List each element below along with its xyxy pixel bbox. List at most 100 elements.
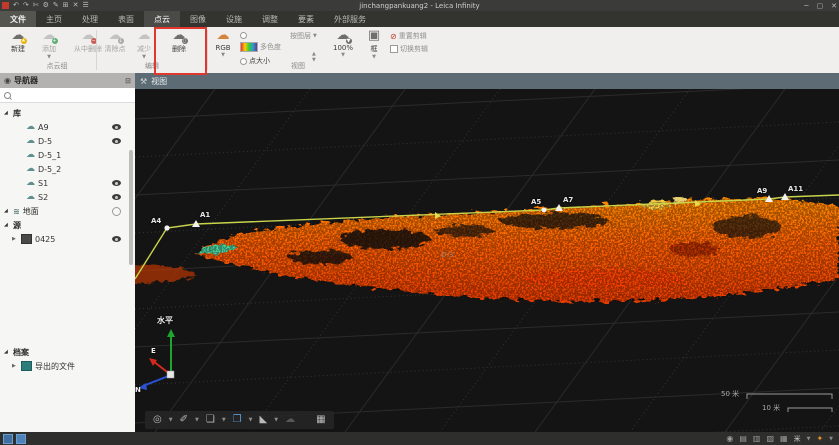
rgb-coloring-button[interactable]: ☁ RGB ▼ (208, 28, 238, 64)
tree-item-d5-1[interactable]: ☁ D-5_1 (0, 148, 135, 162)
grid-toggle-icon[interactable]: ▦ (316, 415, 325, 425)
tab-processing[interactable]: 处理 (72, 11, 108, 27)
tree-section-source[interactable]: ◢ 源 (0, 218, 135, 232)
visibility-eye-icon[interactable] (112, 194, 121, 200)
statusbar-right-cluster: ◉ ▤ ▥ ▧ ▦ 米 ▼ ✦ ▼ (726, 434, 839, 444)
pointcloud-icon: ☁ (26, 165, 35, 174)
marker-label[interactable]: A9 (757, 187, 767, 195)
tab-infrastructure[interactable]: 设施 (216, 11, 252, 27)
group-label-view: 视图 (208, 61, 388, 71)
cloud-add-icon: ☁+ (43, 28, 56, 44)
chevron-down-icon: ▼ (221, 52, 225, 58)
chevron-down-icon[interactable]: ▼ (222, 417, 226, 423)
marker-label[interactable]: A11 (788, 185, 803, 193)
minimize-button[interactable]: ─ (804, 2, 808, 10)
cloud-faint-icon[interactable]: ☁ (285, 415, 295, 425)
chevron-down-icon[interactable]: ▼ (249, 417, 253, 423)
multi-hue-option[interactable] (240, 32, 247, 39)
tab-features[interactable]: 要素 (288, 11, 324, 27)
new-pointcloud-button[interactable]: ☁★ 新建 (1, 28, 35, 64)
table-icon[interactable]: ▧ (766, 434, 774, 443)
tree-item-d5[interactable]: ☁ D-5 (0, 134, 135, 148)
multi-hue-row[interactable]: 多色度 (240, 42, 281, 52)
measure-pencil-icon[interactable]: ✐ (180, 415, 188, 425)
maximize-button[interactable]: ▢ (817, 2, 824, 10)
panel-window-icon[interactable] (3, 434, 13, 444)
snap-icon[interactable]: ✦ (816, 434, 823, 443)
layers-cube-icon[interactable]: ❐ (233, 415, 242, 425)
cloud-point-label: D-3 (441, 251, 453, 259)
tab-imaging[interactable]: 图像 (180, 11, 216, 27)
navigator-header: ◉ 导航器 ⊡ (0, 73, 135, 88)
report-icon[interactable]: ▤ (739, 434, 747, 443)
clip-flag-icon[interactable]: ◣ (260, 415, 268, 425)
orbit-icon[interactable]: ◎ (153, 415, 162, 425)
layout-icon[interactable]: ▥ (753, 434, 761, 443)
grid-icon[interactable]: ▦ (780, 434, 788, 443)
pin-icon[interactable]: ⊡ (125, 77, 131, 85)
tree-item-0425[interactable]: ▶ 0425 (0, 232, 135, 246)
chevron-down-icon[interactable]: ▼ (829, 436, 833, 442)
cloud-remove-icon: ☁− (82, 28, 95, 44)
clear-points-button[interactable]: ☁↓ 清除点 (98, 28, 132, 64)
visibility-eye-icon[interactable] (112, 138, 121, 144)
tree-item-a9[interactable]: ☁ A9 (0, 120, 135, 134)
color-gradient-icon (240, 42, 258, 52)
expand-arrow-icon[interactable]: ◢ (4, 222, 10, 228)
tab-services[interactable]: 外部服务 (324, 11, 376, 27)
visibility-eye-icon[interactable] (112, 236, 121, 242)
collapsed-arrow-icon[interactable]: ▶ (12, 363, 18, 369)
scalebar-brackets (747, 394, 832, 412)
tree-scrollbar[interactable] (129, 150, 133, 265)
visibility-eye-icon[interactable] (112, 180, 121, 186)
search-input[interactable] (14, 90, 131, 101)
tree-item-exported-files[interactable]: ▶ 导出的文件 (0, 359, 135, 373)
marker-label[interactable]: A5 (531, 198, 541, 206)
tab-file[interactable]: 文件 (0, 11, 36, 27)
chevron-down-icon: ▼ (142, 54, 146, 60)
tab-surfaces[interactable]: 表面 (108, 11, 144, 27)
tab-home[interactable]: 主页 (36, 11, 72, 27)
chevron-down-icon[interactable]: ▼ (274, 417, 278, 423)
axis-east-label: E (151, 347, 156, 355)
unit-label[interactable]: 米 (794, 434, 801, 444)
scalebar-label-10m: 10 米 (762, 403, 780, 413)
box-view-button[interactable]: ▣ 框 ▼ (360, 28, 388, 64)
chevron-down-icon[interactable]: ▼ (807, 436, 811, 442)
tab-adjustments[interactable]: 调整 (252, 11, 288, 27)
by-layer-dropdown[interactable]: 按图层 ▼ (290, 31, 317, 41)
add-to-pointcloud-button[interactable]: ☁+ 添加 ▼ (34, 28, 64, 64)
toggle-clip-checkbox[interactable]: 切换剪辑 (390, 44, 428, 54)
visibility-eye-icon[interactable] (112, 124, 121, 130)
expand-arrow-icon[interactable]: ◢ (4, 208, 10, 214)
tree-item-d5-2[interactable]: ☁ D-5_2 (0, 162, 135, 176)
wrench-icon: ⚒ (140, 77, 147, 86)
reset-clip-button[interactable]: ⊘ 重置剪辑 (390, 31, 427, 41)
window-controls: ─ ▢ ✕ (804, 0, 837, 11)
tree-item-s2[interactable]: ☁ S2 (0, 190, 135, 204)
collapsed-arrow-icon[interactable]: ▶ (12, 236, 18, 242)
expand-arrow-icon[interactable]: ◢ (4, 110, 10, 116)
chevron-down-icon[interactable]: ▼ (195, 417, 199, 423)
expand-arrow-icon[interactable]: ◢ (4, 349, 10, 355)
tree-section-archive[interactable]: ◢ 档案 (0, 345, 135, 359)
globe-icon[interactable]: ◉ (726, 434, 733, 443)
tree-section-library[interactable]: ◢ 库 (0, 106, 135, 120)
cube-icon: ▣ (368, 28, 380, 44)
cloud-filter-icon: ☁▼ (337, 28, 350, 44)
ribbon-group-edit: ☁↓ 清除点 ☁ 减少 ▼ ☁▯ 删除 编辑 (97, 27, 207, 72)
close-button[interactable]: ✕ (831, 2, 837, 10)
viewport-3d-canvas[interactable]: A4 A1 A5 A7 A9 A11 D-3 水平 E N 50 米 10 米 … (135, 89, 839, 432)
scene-svg (135, 89, 839, 432)
tree-node-ground[interactable]: ◢ ≋ 地面 (0, 204, 135, 218)
panel-window-icon-2[interactable] (16, 434, 26, 444)
tab-point-clouds[interactable]: 点云 (144, 11, 180, 27)
chevron-down-icon[interactable]: ▼ (169, 417, 173, 423)
marker-label[interactable]: A1 (200, 211, 210, 219)
navigator-search (0, 88, 135, 103)
density-button[interactable]: ☁▼ 100% ▼ (326, 28, 360, 64)
marker-label[interactable]: A4 (151, 217, 161, 225)
marker-label[interactable]: A7 (563, 196, 573, 204)
tree-item-s1[interactable]: ☁ S1 (0, 176, 135, 190)
view-cube-icon[interactable]: ❏ (206, 415, 215, 425)
